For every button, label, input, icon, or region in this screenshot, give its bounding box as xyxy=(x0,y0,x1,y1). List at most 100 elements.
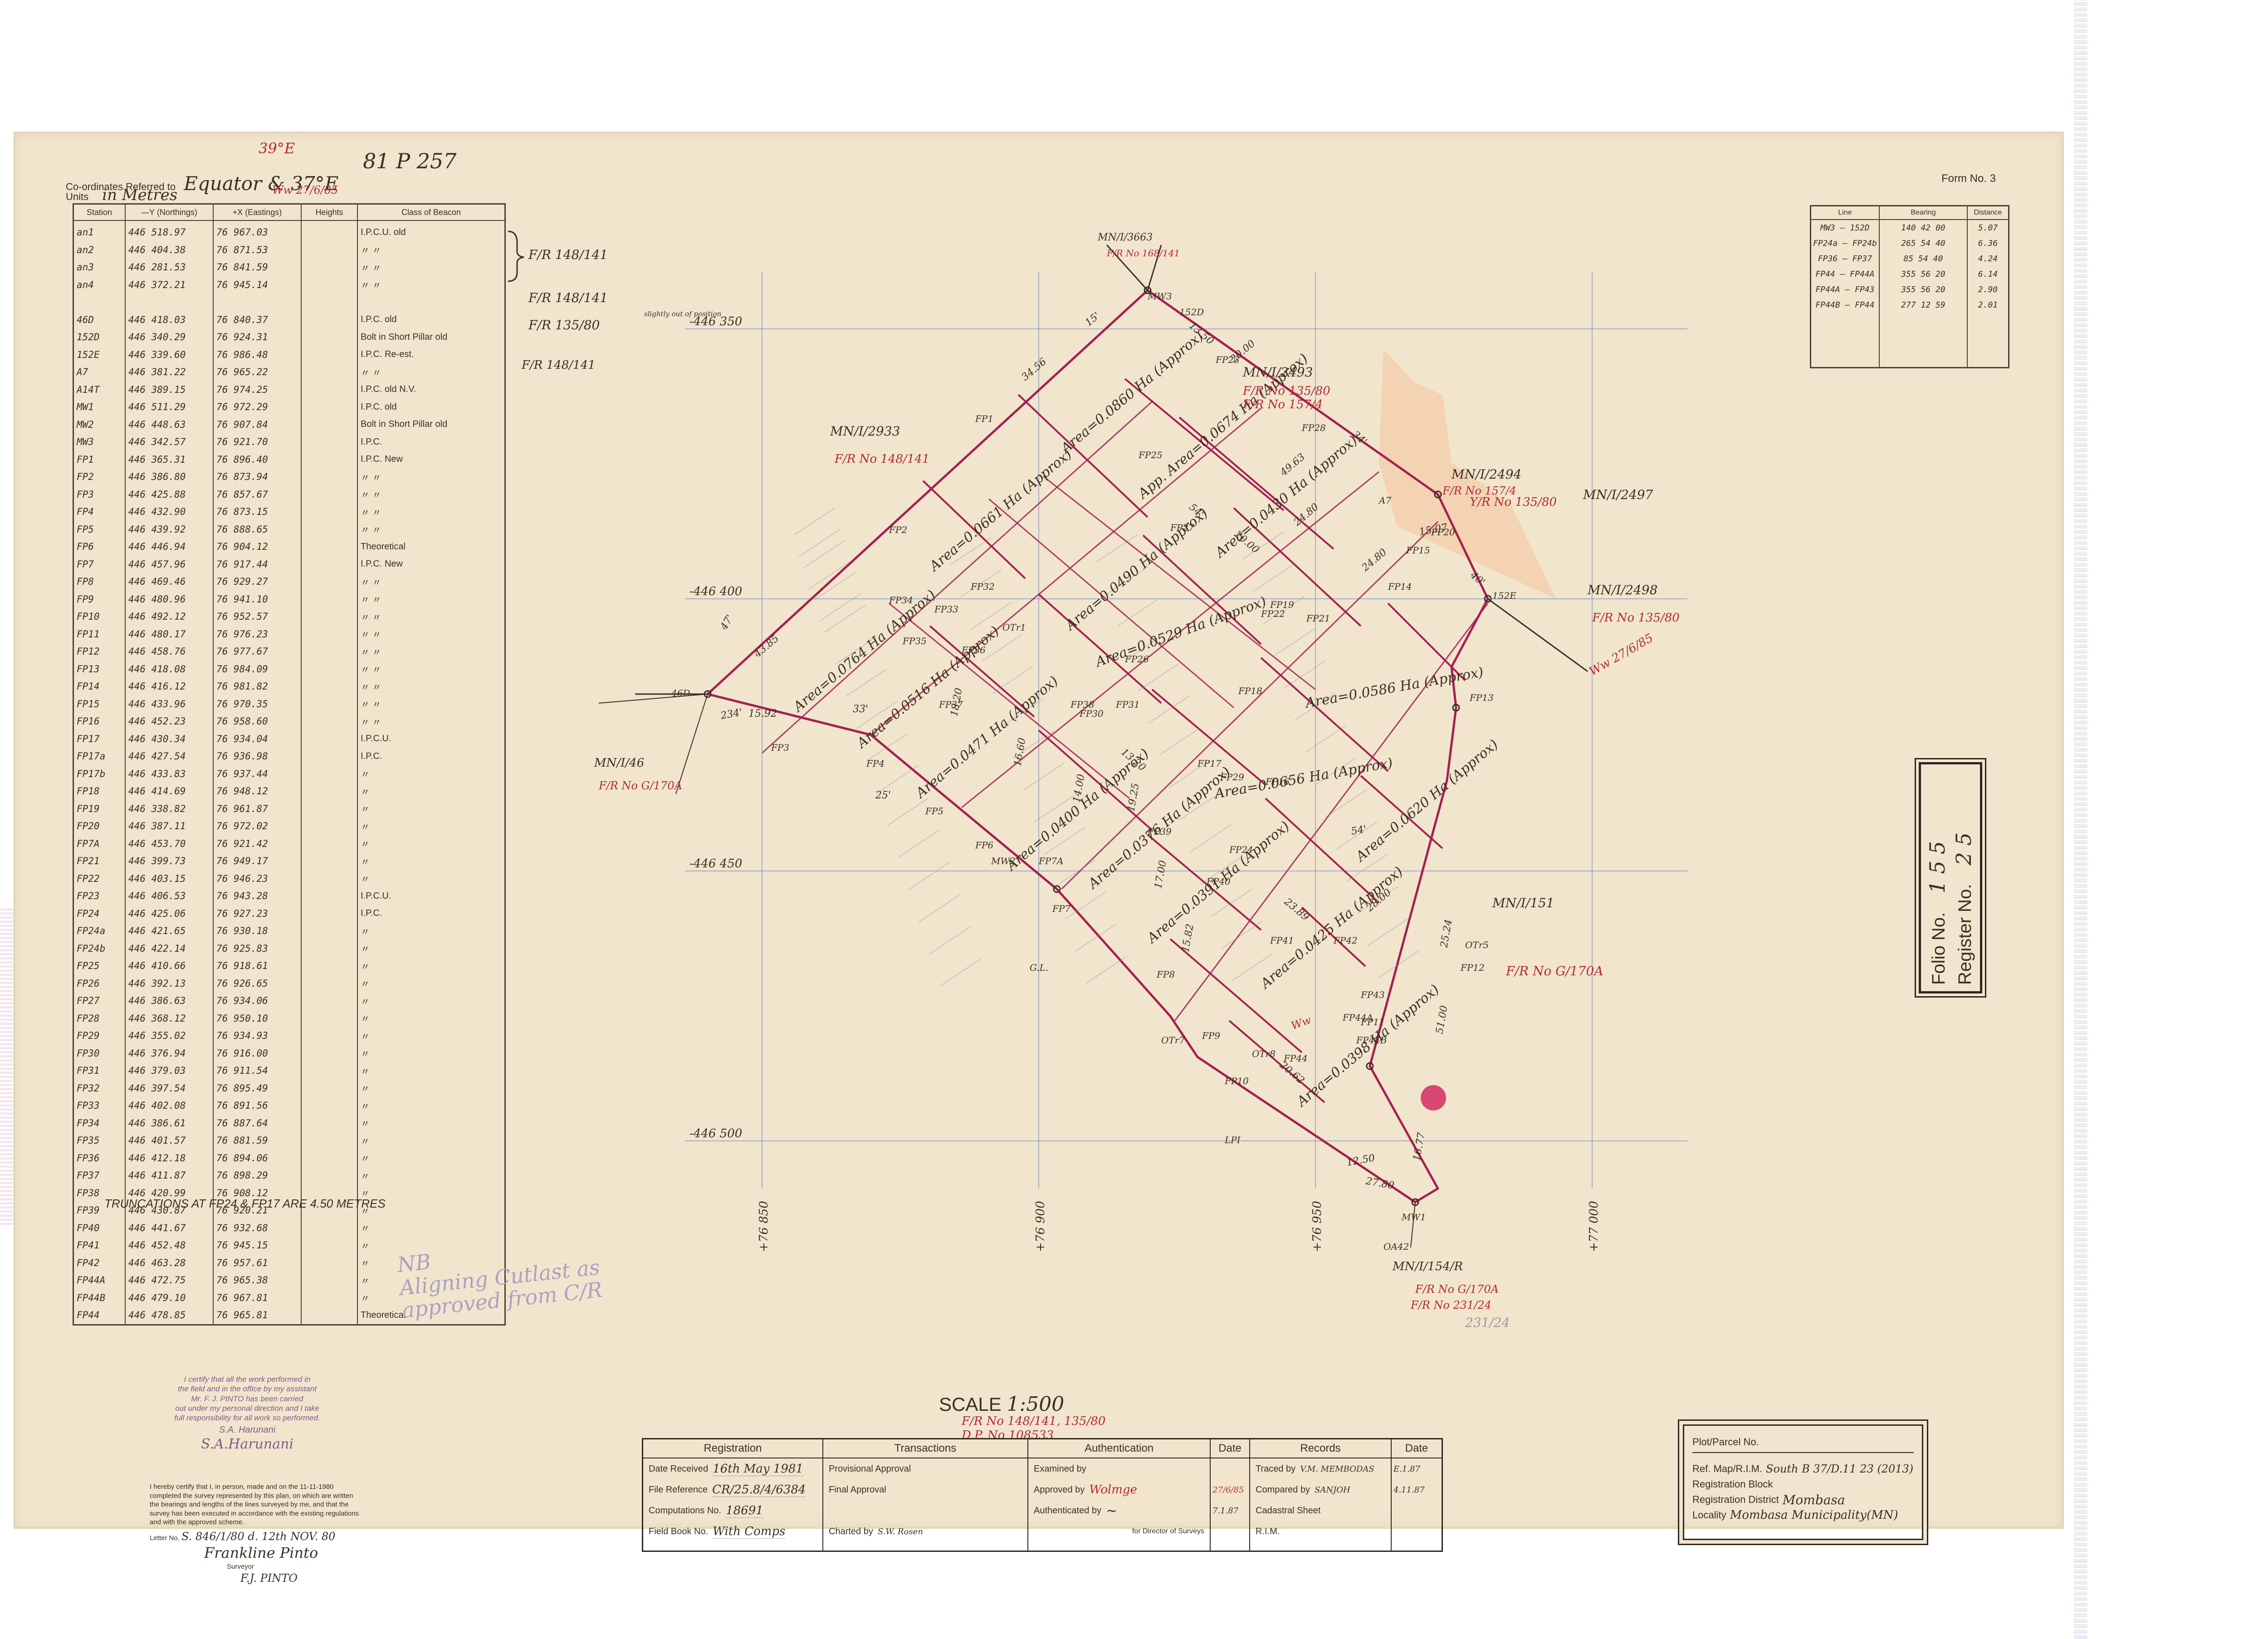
hatch-line xyxy=(1273,628,1315,656)
approved-label: Approved by xyxy=(1034,1484,1085,1495)
hatch-line xyxy=(898,830,939,858)
dimension-label: 23.89 xyxy=(1281,896,1311,923)
compared-row: Compared by SANJOH xyxy=(1250,1479,1391,1500)
station-label: FP25 xyxy=(1138,450,1163,460)
cert-line: the bearings and lengths of the lines su… xyxy=(150,1501,349,1508)
dimension-label: 34.56 xyxy=(1020,356,1049,383)
station-label: FP16 xyxy=(1265,776,1290,787)
hatch-line xyxy=(939,959,981,987)
surveyor-certification: I hereby certify that I, in person, made… xyxy=(150,1482,386,1585)
rim-row: R.I.M. xyxy=(1250,1521,1391,1542)
station-label: FP6 xyxy=(975,840,993,851)
station-label: FP13 xyxy=(1469,692,1494,703)
authenticated-label: Authenticated by xyxy=(1034,1505,1101,1516)
parcel-reference: F/R No G/170A xyxy=(1415,1283,1499,1296)
easting-label: +76 850 xyxy=(757,1201,771,1252)
file-ref-value: CR/25.8/4/6384 xyxy=(712,1482,806,1497)
northing-label: -446 500 xyxy=(689,1127,742,1140)
hatch-line xyxy=(992,666,1033,694)
letter-value: S. 846/1/80 d. 12th NOV. 80 xyxy=(181,1530,336,1543)
station-label: FP44A xyxy=(1342,1012,1373,1023)
date-column: Date 27/6/85 7.1.87 xyxy=(1211,1439,1250,1551)
dimension-label: 51.00 xyxy=(1434,1005,1450,1035)
parcel-reference: F/R No G/170A xyxy=(1505,964,1603,979)
date-received-row: Date Received 16th May 1981 xyxy=(643,1458,822,1479)
parcel-reference: MN/I/2498 xyxy=(1587,582,1657,597)
area-label: Area=0.0425 Ha (Approx) xyxy=(1256,864,1406,993)
dimension-label: 24.80 xyxy=(1359,547,1389,574)
dimension-label: 40' xyxy=(1467,569,1487,588)
hatch-line xyxy=(1096,534,1138,563)
cert-line: Mr. F. J. PINTO has been carried xyxy=(191,1394,303,1403)
station-label: A7 xyxy=(1378,495,1391,506)
final-label: Final Approval xyxy=(829,1484,886,1495)
red-initials: Ww xyxy=(1289,1013,1313,1032)
station-label: FP7 xyxy=(1052,903,1070,914)
district-value: Mombasa xyxy=(1782,1492,1845,1507)
station-label: OA42 xyxy=(1383,1241,1409,1252)
station-label: FP35 xyxy=(902,636,927,646)
cert-signature: S.A.Harunani xyxy=(200,1436,294,1453)
station-label: MW1 xyxy=(1401,1212,1426,1223)
area-label: Area=0.0661 Ha (Approx) xyxy=(925,446,1075,575)
hatch-line xyxy=(1085,956,1127,984)
hatch-line xyxy=(804,540,846,568)
director-row: for Director of Surveys xyxy=(1028,1521,1210,1542)
scale-value: 1:500 xyxy=(1007,1393,1065,1416)
station-label: FP8 xyxy=(1156,969,1175,980)
station-label: FP29 xyxy=(1220,772,1244,783)
traced-label: Traced by xyxy=(1256,1463,1296,1474)
parcel-reference: F/R No 157/4 xyxy=(1242,398,1323,411)
examined-label: Examined by xyxy=(1034,1463,1086,1474)
date-received-value: 16th May 1981 xyxy=(713,1462,803,1476)
field-book-row: Field Book No. With Comps xyxy=(643,1521,822,1542)
hatch-line xyxy=(1158,728,1200,756)
parcel-reference: MN/I/154/R xyxy=(1392,1260,1463,1273)
dimension-label: 15' xyxy=(1083,310,1102,329)
station-label: LPI xyxy=(1224,1135,1241,1145)
red-initials: Ww 27/6/85 xyxy=(1587,631,1656,679)
parcel-reference: MN/I/2493 xyxy=(1242,365,1313,380)
locality-label: Locality xyxy=(1692,1509,1726,1521)
dimension-label: 17.00 xyxy=(1153,860,1169,890)
reference-line xyxy=(1410,1202,1416,1248)
blank-row xyxy=(1211,1458,1249,1479)
ref-map-row: Ref. Map/R.I.M. South B 37/D.11 23 (2013) xyxy=(1692,1461,1914,1477)
station-label: OTr8 xyxy=(1252,1048,1276,1059)
station-label: FP34 xyxy=(889,595,913,606)
parcel-line xyxy=(1038,729,1153,831)
cert-line: survey has been executed in accordance w… xyxy=(150,1509,359,1517)
final-row: Final Approval xyxy=(823,1479,1027,1500)
traced-row: Traced by V.M. MEMBODAS xyxy=(1250,1458,1391,1479)
transactions-heading: Transactions xyxy=(823,1439,1027,1458)
parcel-reference: F/R No 135/80 xyxy=(1592,611,1680,625)
station-label: FP5 xyxy=(925,806,943,817)
traced-date: E.1.87 xyxy=(1393,1464,1420,1474)
station-label: FP3 xyxy=(771,742,789,753)
registration-column: Registration Date Received 16th May 1981 … xyxy=(643,1439,823,1551)
station-label: FP28 xyxy=(1301,422,1326,433)
letter-row: Letter No. S. 846/1/80 d. 12th NOV. 80 xyxy=(150,1530,386,1544)
station-label: MW3 xyxy=(1147,291,1172,302)
authentication-heading: Authentication xyxy=(1028,1439,1210,1458)
parcel-reference: F/R No 148/141 xyxy=(834,452,929,466)
parcel-reference: MN/I/2933 xyxy=(830,424,900,439)
provisional-row: Provisional Approval xyxy=(823,1458,1027,1479)
cert-line: I hereby certify that I, in person, made… xyxy=(150,1483,334,1491)
dimension-label: 33' xyxy=(853,704,868,715)
hatch-line xyxy=(825,604,866,632)
station-label: FP31 xyxy=(1115,699,1140,710)
northing-label: -446 450 xyxy=(689,857,742,871)
date2-column: Date E.1.87 4.11.87 xyxy=(1392,1439,1442,1551)
examined-row: Examined by xyxy=(1028,1458,1210,1479)
parcel-reference: MN/I/151 xyxy=(1492,895,1554,910)
dimension-label: 27.80 xyxy=(1364,1175,1395,1192)
hatch-line xyxy=(929,926,971,954)
reference-line xyxy=(1487,598,1588,672)
parcel-reference: F/R No G/170A xyxy=(598,779,682,792)
traced-date-row: E.1.87 xyxy=(1392,1458,1442,1479)
hatch-line xyxy=(1148,695,1190,724)
hatch-line xyxy=(919,894,960,922)
approved-date: 27/6/85 xyxy=(1212,1485,1244,1495)
scale-ref-line: F/R No 148/141, 135/80 xyxy=(962,1414,1106,1428)
